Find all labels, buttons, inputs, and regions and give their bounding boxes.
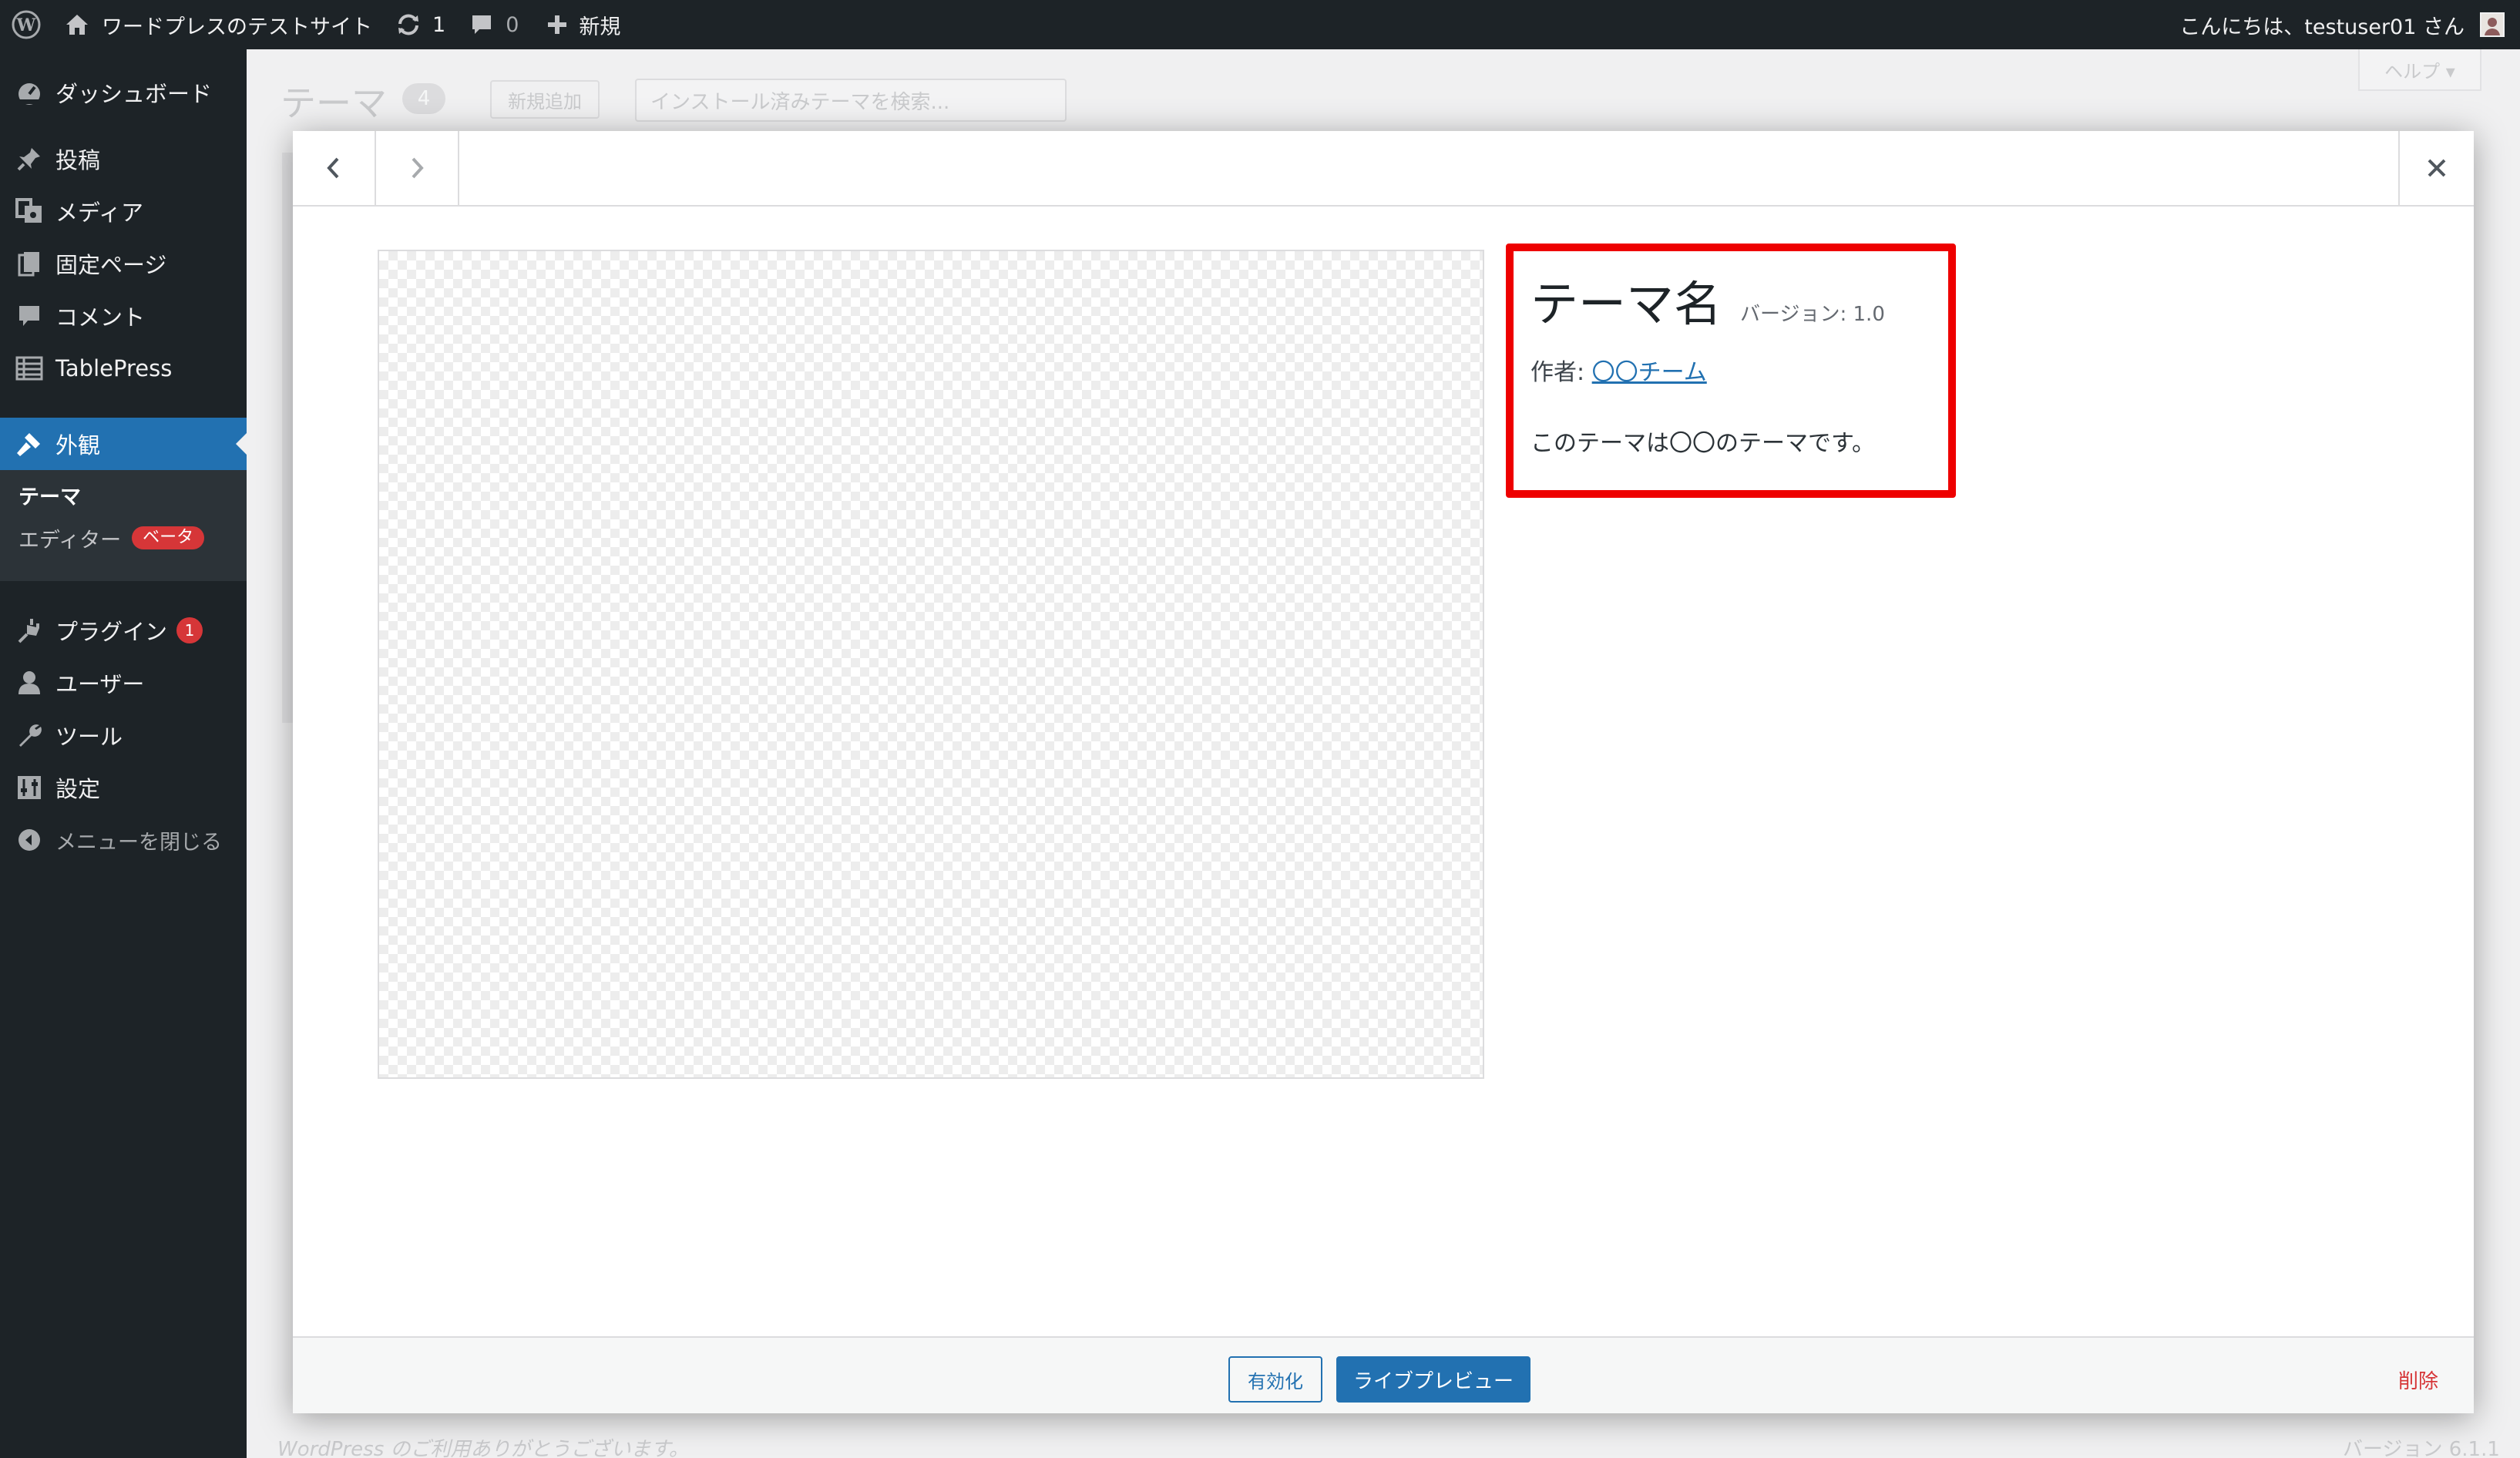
settings-sliders-icon: [12, 774, 46, 801]
chevron-right-icon: [412, 157, 424, 179]
page-title: テーマ: [281, 82, 387, 124]
menu-label: メディア: [55, 200, 143, 226]
menu-label: コメント: [55, 304, 146, 331]
author-link[interactable]: 〇〇チーム: [1592, 359, 1707, 386]
plugins-update-badge: 1: [176, 617, 203, 643]
menu-label: 設定: [55, 776, 101, 802]
greeting-text: こんにちは、testuser01 さん: [2179, 15, 2465, 39]
menu-dashboard[interactable]: ダッシュボード: [0, 66, 247, 119]
footer-version: バージョン 6.1.1: [2343, 1438, 2500, 1458]
submenu-label: テーマ: [18, 485, 81, 509]
menu-appearance[interactable]: 外観: [0, 418, 247, 470]
menu-label: 固定ページ: [55, 252, 167, 278]
appearance-submenu: テーマ エディター ベータ: [0, 470, 247, 581]
menu-media[interactable]: メディア: [0, 185, 247, 237]
new-content-link[interactable]: 新規: [536, 0, 631, 49]
home-icon: [66, 15, 88, 35]
menu-users[interactable]: ユーザー: [0, 657, 247, 709]
menu-label: ダッシュボード: [55, 81, 213, 107]
site-name: ワードプレスのテストサイト: [102, 15, 372, 39]
theme-name-row: テーマ名 バージョン: 1.0: [1530, 265, 1948, 334]
updates-link[interactable]: 1: [391, 0, 461, 49]
wordpress-logo-button[interactable]: W: [0, 0, 52, 49]
menu-label: TablePress: [55, 355, 173, 381]
table-icon: [12, 354, 46, 382]
paintbrush-icon: [12, 430, 46, 458]
add-new-theme-button: 新規追加: [490, 80, 600, 119]
close-modal-button[interactable]: [2398, 131, 2474, 205]
submenu-label: エディター: [18, 528, 122, 553]
menu-label: メニューを閉じる: [55, 830, 222, 855]
avatar: [2480, 12, 2505, 37]
dashboard-icon: [12, 79, 46, 106]
pages-icon: [12, 250, 46, 277]
author-prefix: 作者:: [1530, 359, 1592, 386]
menu-label: プラグイン: [55, 619, 168, 645]
theme-version: バージョン: 1.0: [1740, 303, 1885, 326]
new-label: 新規: [579, 15, 621, 39]
site-name-link[interactable]: ワードプレスのテストサイト: [52, 0, 391, 49]
theme-name: テーマ名: [1530, 276, 1722, 332]
menu-label: ユーザー: [55, 671, 145, 697]
comment-bubble-icon: [12, 302, 46, 330]
next-theme-button[interactable]: [376, 131, 459, 205]
admin-bar: W ワードプレスのテストサイト 1 0 新規 こんにちは、testuser01 …: [0, 0, 2520, 49]
wrench-icon: [12, 721, 46, 749]
pushpin-icon: [12, 145, 46, 173]
menu-label: ツール: [55, 724, 123, 750]
submenu-editor[interactable]: エディター ベータ: [18, 519, 205, 556]
menu-label: 外観: [55, 432, 101, 459]
close-icon: [2428, 159, 2446, 177]
chevron-left-icon: [327, 157, 339, 179]
media-icon: [12, 197, 46, 225]
theme-author: 作者: 〇〇チーム: [1530, 353, 1948, 387]
theme-count-badge: 4: [402, 83, 445, 114]
modal-header: [293, 131, 2474, 207]
theme-details-modal: テーマ名 バージョン: 1.0 作者: 〇〇チーム このテーマは〇〇のテーマです…: [293, 131, 2474, 1413]
theme-search-input: インストール済みテーマを検索...: [635, 79, 1067, 122]
theme-screenshot: [378, 250, 1484, 1079]
updates-icon: [398, 14, 418, 35]
user-icon: [12, 669, 46, 697]
background-scrollbar: [282, 153, 293, 723]
menu-settings[interactable]: 設定: [0, 761, 247, 814]
help-tab: ヘルプ ▾: [2358, 49, 2481, 91]
menu-collapse[interactable]: メニューを閉じる: [0, 814, 247, 866]
menu-tools[interactable]: ツール: [0, 709, 247, 761]
delete-theme-link[interactable]: 削除: [2398, 1361, 2438, 1398]
menu-tablepress[interactable]: TablePress: [0, 342, 247, 395]
menu-label: 投稿: [55, 147, 101, 173]
comment-bubble-icon: [472, 15, 492, 34]
collapse-arrow-icon: [12, 826, 46, 854]
svg-text:W: W: [16, 15, 36, 35]
menu-posts[interactable]: 投稿: [0, 133, 247, 185]
theme-info-highlight: テーマ名 バージョン: 1.0 作者: 〇〇チーム このテーマは〇〇のテーマです…: [1506, 244, 1956, 498]
plus-icon: [548, 15, 567, 34]
plug-icon: [12, 616, 46, 644]
beta-badge: ベータ: [132, 526, 205, 550]
theme-description: このテーマは〇〇のテーマです。: [1530, 430, 1875, 457]
wordpress-logo-icon: W: [12, 10, 41, 39]
comments-link[interactable]: 0: [461, 0, 536, 49]
comments-count: 0: [506, 12, 519, 37]
menu-plugins[interactable]: プラグイン 1: [0, 604, 247, 657]
updates-count: 1: [432, 12, 446, 37]
previous-theme-button[interactable]: [293, 131, 376, 205]
menu-pages[interactable]: 固定ページ: [0, 237, 247, 290]
activate-button[interactable]: 有効化: [1228, 1356, 1322, 1403]
submenu-themes[interactable]: テーマ: [18, 476, 81, 513]
modal-footer: 有効化 ライブプレビュー 削除: [293, 1336, 2474, 1413]
my-account-link[interactable]: こんにちは、testuser01 さん: [2179, 0, 2520, 49]
live-preview-button[interactable]: ライブプレビュー: [1336, 1356, 1530, 1403]
menu-comments[interactable]: コメント: [0, 290, 247, 342]
footer-thanks: WordPress のご利用ありがとうございます。: [277, 1438, 689, 1458]
admin-sidebar: ダッシュボード 投稿 メディア 固定ページ コメント TablePress 外観…: [0, 49, 247, 1458]
